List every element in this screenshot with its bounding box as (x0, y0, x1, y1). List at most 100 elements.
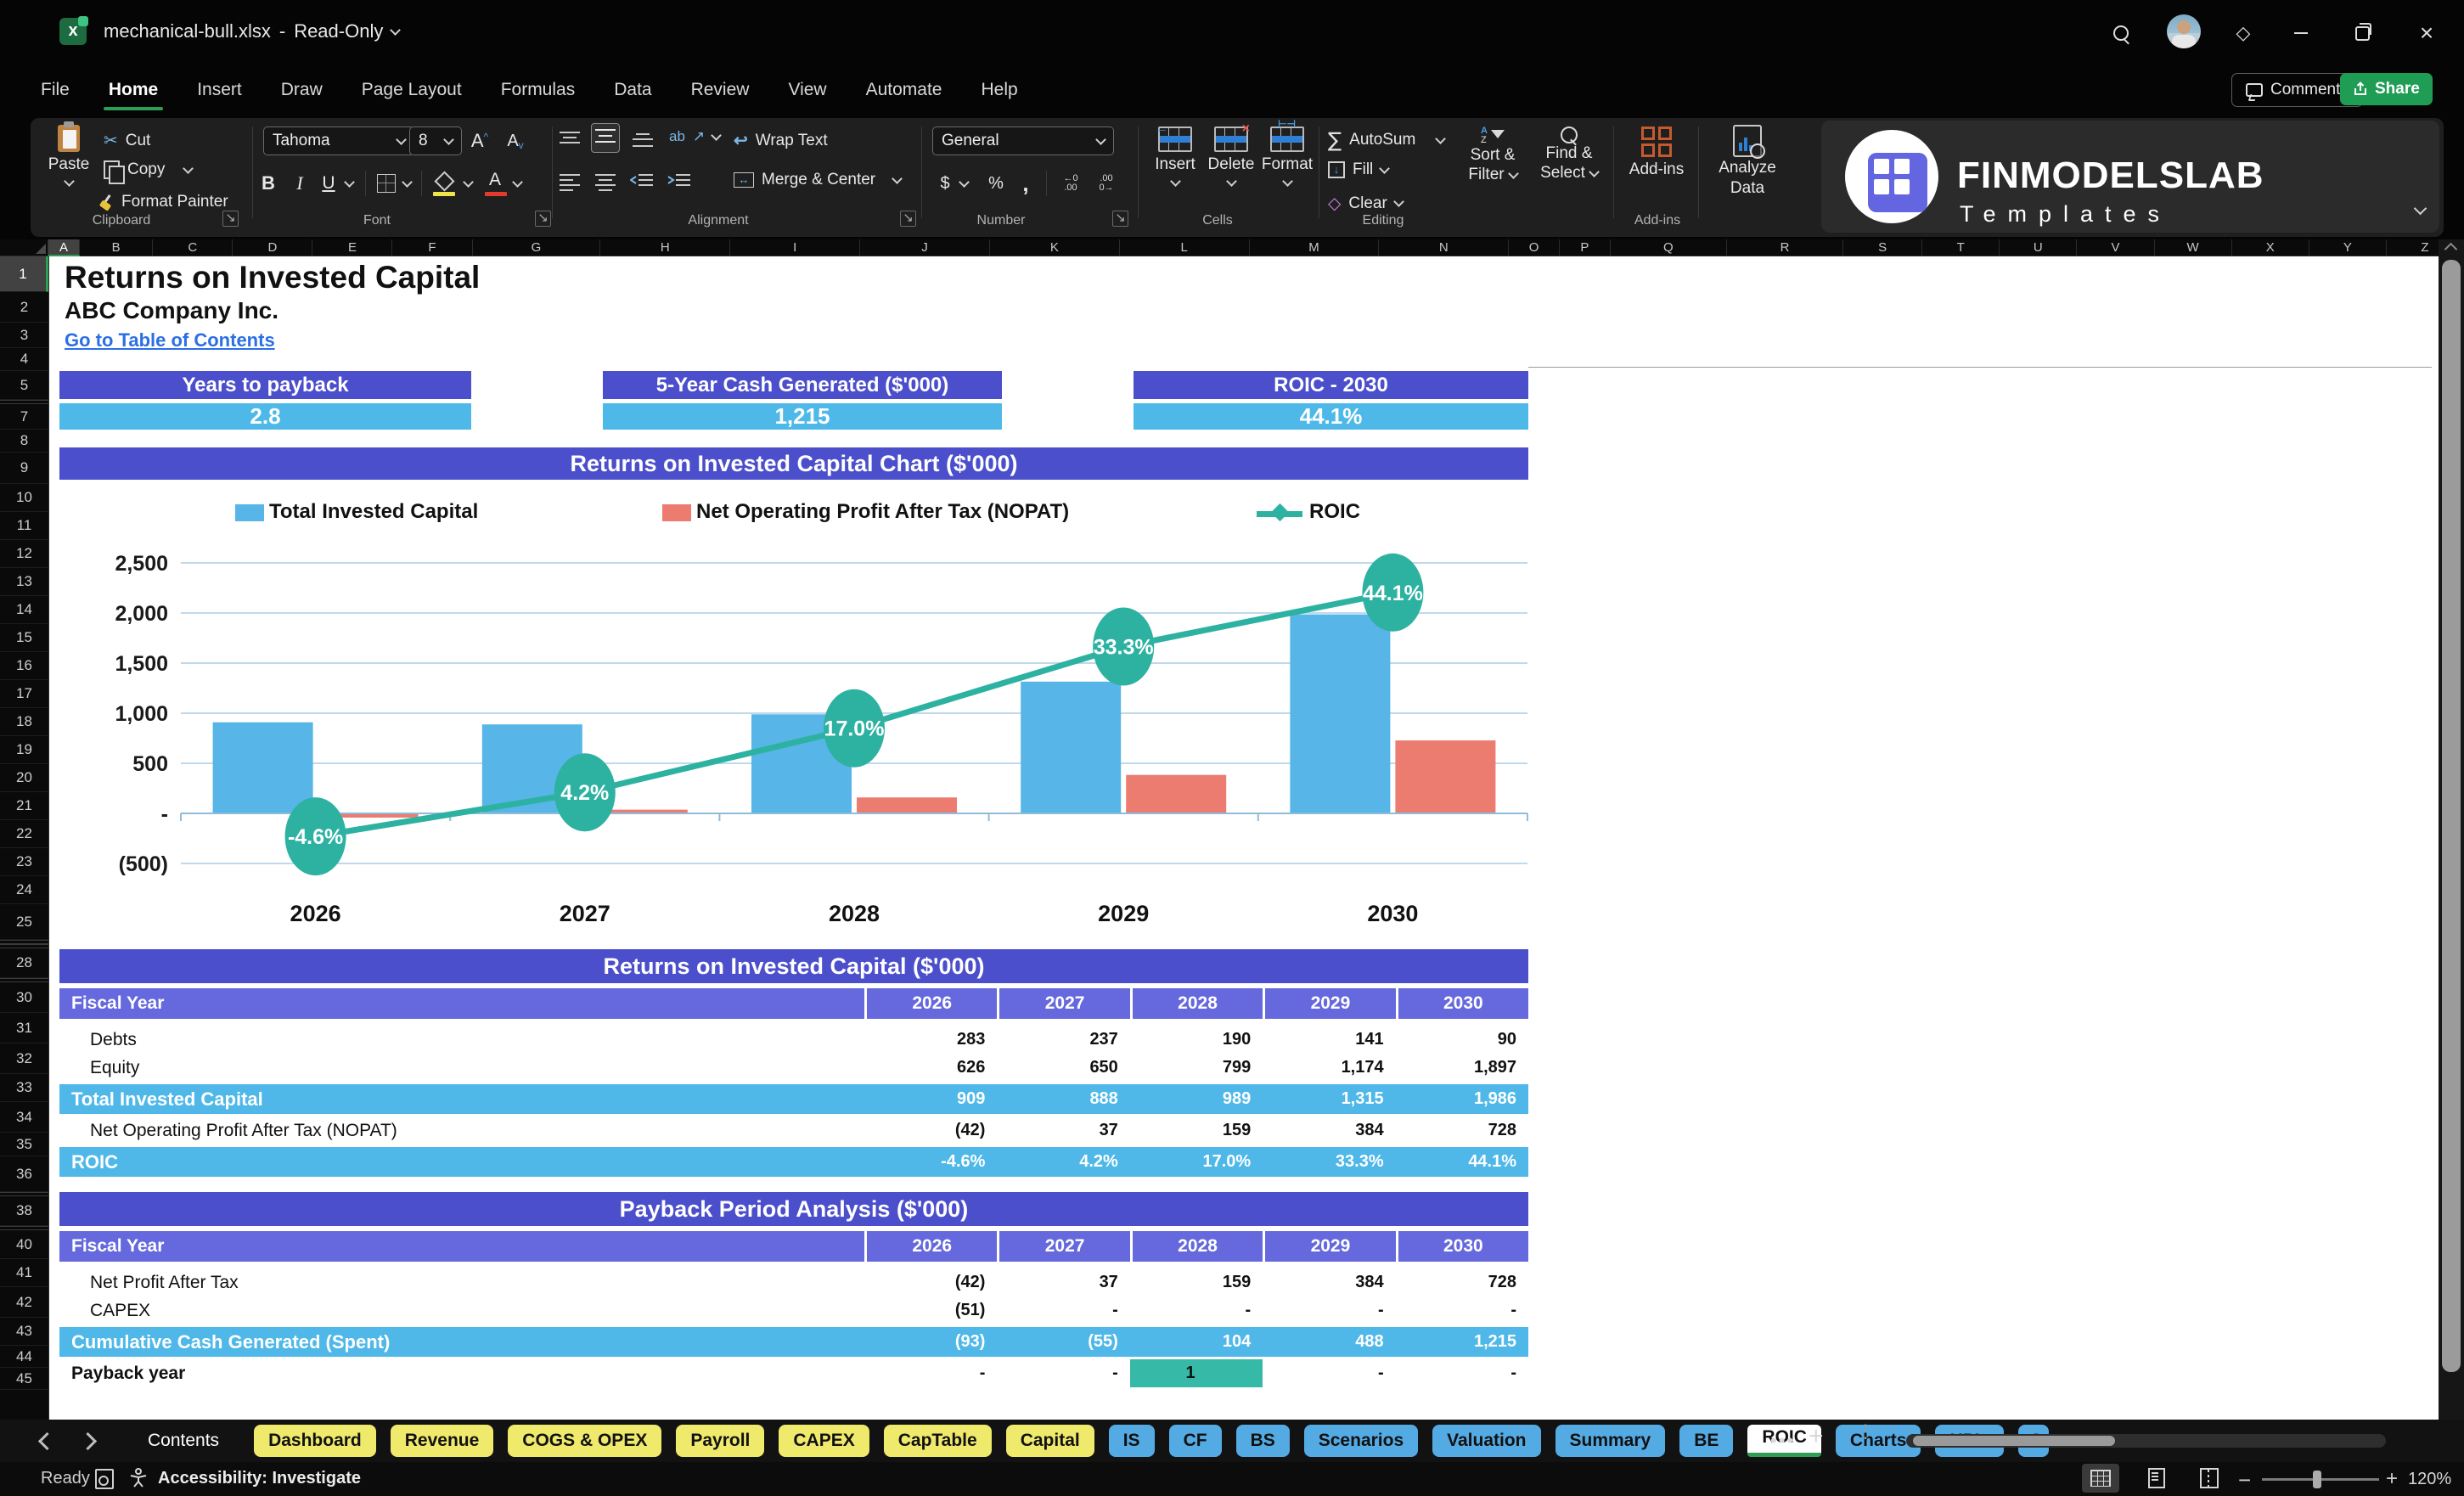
add-sheet-button[interactable]: + (1809, 1422, 1824, 1451)
column-header-B[interactable]: B (80, 239, 154, 256)
menu-tab-help[interactable]: Help (979, 76, 1019, 104)
fill-dropdown-icon[interactable] (1379, 162, 1391, 174)
sheet-tab-is[interactable]: IS (1108, 1425, 1155, 1457)
column-header-N[interactable]: N (1379, 239, 1510, 256)
column-header-O[interactable]: O (1509, 239, 1560, 256)
row-header-19[interactable]: 19 (0, 736, 48, 764)
underline-button[interactable]: U (316, 169, 341, 198)
borders-dropdown[interactable] (399, 169, 414, 198)
menu-tab-page-layout[interactable]: Page Layout (360, 76, 464, 104)
row-header-36[interactable]: 36 (0, 1156, 48, 1192)
row-header-7[interactable]: 7 (0, 404, 48, 430)
zoom-out-button[interactable]: − (2238, 1467, 2251, 1493)
menu-tab-file[interactable]: File (39, 76, 71, 104)
sheet-tab-captable[interactable]: CapTable (883, 1425, 992, 1457)
column-header-D[interactable]: D (233, 239, 313, 256)
row-header-2[interactable]: 2 (0, 292, 48, 323)
sheet-tab-capital[interactable]: Capital (1005, 1425, 1094, 1457)
insert-dropdown-icon[interactable] (1169, 176, 1181, 187)
restore-button[interactable] (2345, 19, 2379, 48)
align-left-button[interactable] (559, 172, 581, 195)
top-align-button[interactable] (559, 130, 581, 153)
row-header-31[interactable]: 31 (0, 1013, 48, 1043)
vertical-scroll-thumb[interactable] (2442, 260, 2461, 1372)
font-color-dropdown[interactable] (509, 169, 525, 198)
sheet-tab-dashboard[interactable]: Dashboard (254, 1425, 376, 1457)
avatar[interactable] (2167, 14, 2201, 48)
table-of-contents-link[interactable]: Go to Table of Contents (65, 329, 275, 352)
column-header-E[interactable]: E (312, 239, 393, 256)
scroll-up-icon[interactable] (2444, 242, 2458, 256)
menu-tab-home[interactable]: Home (103, 76, 164, 110)
align-center-button[interactable] (594, 172, 616, 195)
row-header-14[interactable]: 14 (0, 596, 48, 624)
paste-button[interactable]: Paste (42, 121, 95, 188)
format-dropdown-icon[interactable] (1281, 176, 1293, 187)
row-header-22[interactable]: 22 (0, 820, 48, 848)
fill-button[interactable]: ↓ Fill (1328, 160, 1391, 179)
shrink-font-button[interactable]: Av (501, 127, 530, 155)
horizontal-scrollbar[interactable] (1906, 1434, 2386, 1448)
underline-dropdown[interactable] (341, 169, 357, 198)
sheet-tab-payroll[interactable]: Payroll (676, 1425, 765, 1457)
delete-dropdown-icon[interactable] (1225, 176, 1237, 187)
font-dialog-launcher[interactable]: ↘ (535, 211, 551, 227)
column-header-F[interactable]: F (392, 239, 473, 256)
sheet-tab-cf[interactable]: CF (1168, 1425, 1222, 1457)
column-header-G[interactable]: G (472, 239, 601, 256)
paste-dropdown-icon[interactable] (63, 176, 75, 187)
bold-button[interactable]: B (255, 169, 282, 198)
decrease-indent-button[interactable] (629, 172, 654, 195)
macro-record-icon[interactable] (95, 1469, 114, 1489)
fill-color-button[interactable] (430, 169, 458, 198)
horizontal-scroll-thumb[interactable] (1913, 1436, 2115, 1446)
column-header-T[interactable]: T (1922, 239, 2000, 256)
fill-color-dropdown[interactable] (460, 169, 475, 198)
tabs-scroll-left-icon[interactable] (37, 1431, 57, 1451)
column-header-L[interactable]: L (1119, 239, 1250, 256)
orientation-button[interactable]: ab ↗ (669, 128, 723, 145)
column-header-W[interactable]: W (2154, 239, 2232, 256)
row-header-17[interactable]: 17 (0, 680, 48, 708)
increase-indent-button[interactable] (667, 172, 691, 195)
title-dropdown-icon[interactable] (390, 24, 402, 36)
merge-dropdown-icon[interactable] (892, 172, 903, 184)
decrease-decimal-button[interactable]: .00 0→ (1092, 169, 1121, 198)
cut-button[interactable]: ✂ Cut (104, 130, 150, 151)
column-header-M[interactable]: M (1249, 239, 1380, 256)
search-button[interactable] (2104, 19, 2138, 48)
row-header-11[interactable]: 11 (0, 512, 48, 540)
find-select-button[interactable]: Find & Select (1533, 127, 1605, 183)
row-header-3[interactable]: 3 (0, 323, 48, 348)
grow-font-button[interactable]: A ^ (465, 127, 494, 155)
percent-style-button[interactable]: % (983, 169, 1009, 198)
sheet-tab-be[interactable]: BE (1679, 1425, 1734, 1457)
sort-filter-button[interactable]: AZ Sort & Filter (1459, 127, 1527, 184)
menu-tab-automate[interactable]: Automate (864, 76, 944, 104)
sheet-canvas[interactable]: 1 2 3 4 5 7 8 9 10 11 12 13 14 15 16 17 18 19 20 21 22 23 24 25… (0, 256, 2439, 1420)
row-header-4[interactable]: 4 (0, 348, 48, 371)
copy-dropdown-icon[interactable] (183, 162, 194, 174)
menu-tab-draw[interactable]: Draw (279, 76, 324, 104)
row-header-16[interactable]: 16 (0, 652, 48, 680)
alignment-dialog-launcher[interactable]: ↘ (900, 211, 916, 227)
sheet-tab-scenarios[interactable]: Scenarios (1303, 1425, 1419, 1457)
menu-tab-data[interactable]: Data (612, 76, 653, 104)
wrap-text-button[interactable]: ↩ Wrap Text (734, 130, 828, 151)
font-color-button[interactable]: A (481, 169, 509, 198)
sheet-tab-bs[interactable]: BS (1235, 1425, 1290, 1457)
accessibility-status[interactable]: Accessibility: Investigate (158, 1469, 361, 1488)
number-format-select[interactable]: General (932, 127, 1114, 155)
column-header-Q[interactable]: Q (1610, 239, 1727, 256)
row-header-41[interactable]: 41 (0, 1259, 48, 1287)
minimize-button[interactable] (2284, 19, 2318, 48)
column-header-S[interactable]: S (1843, 239, 1923, 256)
sheet-tab-cogs-opex[interactable]: COGS & OPEX (508, 1425, 662, 1457)
row-header-30[interactable]: 30 (0, 982, 48, 1013)
format-cells-button[interactable]: ⊢⊣ Format (1260, 118, 1314, 188)
comma-style-button[interactable]: , (1015, 169, 1036, 198)
close-button[interactable]: × (2410, 19, 2444, 48)
number-dialog-launcher[interactable]: ↘ (1112, 211, 1128, 227)
format-painter-button[interactable]: Format Painter (98, 193, 228, 211)
row-header-12[interactable]: 12 (0, 540, 48, 568)
